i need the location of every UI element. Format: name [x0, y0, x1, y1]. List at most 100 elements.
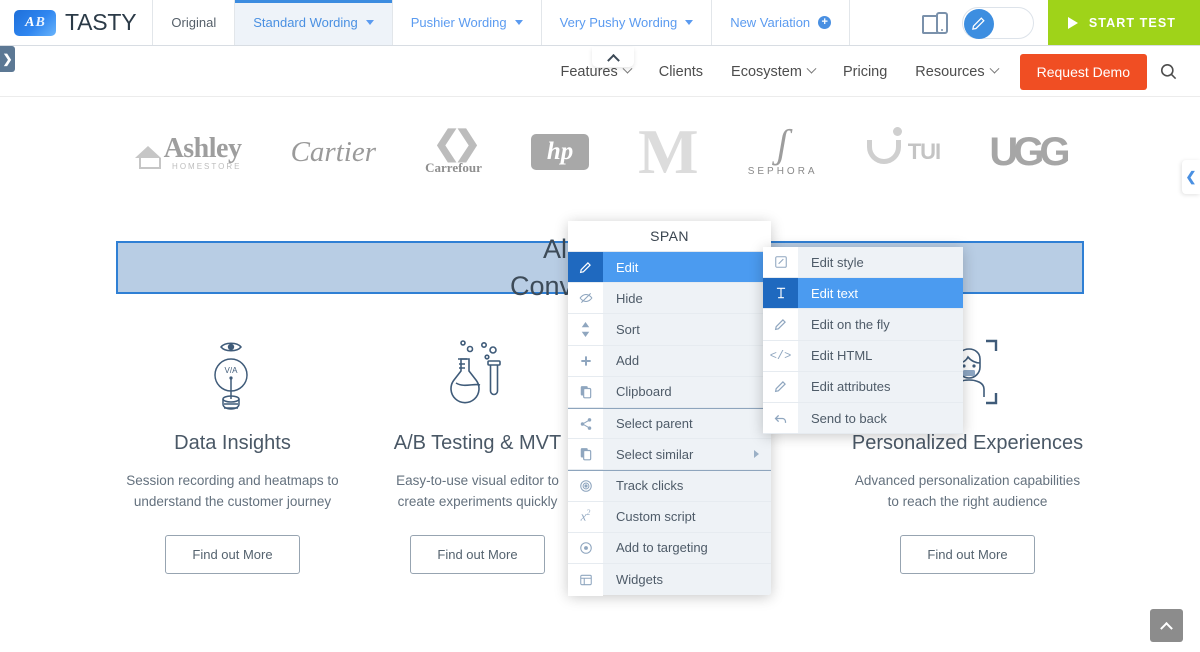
flask-testtube-icon [361, 336, 594, 418]
variation-tab-label: New Variation [730, 15, 810, 30]
right-panel-toggle[interactable]: ❮ [1182, 160, 1200, 194]
plus-icon [568, 346, 603, 377]
context-menu-item-add[interactable]: Add [568, 346, 771, 377]
chevron-down-icon[interactable] [515, 20, 523, 25]
card-desc-line-1: Advanced personalization capabilities [851, 471, 1084, 492]
feature-card-data-insights: V/A Data Insights Session recording and … [110, 336, 355, 574]
edit-style-icon [763, 247, 798, 278]
logo-ashley-homestore: Ashley HOMESTORE [135, 133, 242, 171]
toolbar-spacer [850, 0, 922, 45]
variation-tab-label: Original [171, 15, 216, 30]
find-out-more-button[interactable]: Find out More [165, 535, 299, 574]
search-icon[interactable] [1159, 62, 1182, 81]
scroll-to-top-button[interactable] [1150, 609, 1183, 642]
context-menu-item-hide[interactable]: Hide [568, 283, 771, 314]
context-menu-label: Select similar [603, 439, 754, 469]
eye-slash-icon [568, 283, 603, 314]
find-out-more-button[interactable]: Find out More [900, 535, 1034, 574]
chevron-down-icon[interactable] [366, 20, 374, 25]
nav-label: Ecosystem [731, 64, 802, 80]
variation-tab-original[interactable]: Original [153, 0, 235, 45]
left-panel-toggle[interactable]: ❯ [0, 46, 15, 72]
chevron-up-icon [607, 53, 620, 66]
context-menu-item-edit[interactable]: Edit [568, 252, 771, 283]
context-menu-item-select-similar[interactable]: Select similar [568, 439, 771, 470]
responsive-devices-icon[interactable] [922, 12, 948, 34]
card-title: Personalized Experiences [851, 432, 1084, 455]
logo-text: hp [547, 138, 573, 166]
toolbar-right-actions: START TEST [922, 0, 1200, 45]
context-menu-label: Custom script [603, 502, 771, 532]
find-out-more-button[interactable]: Find out More [410, 535, 544, 574]
nav-label: Clients [659, 64, 703, 80]
context-menu-item-sort[interactable]: Sort [568, 314, 771, 345]
context-menu-item-clipboard[interactable]: Clipboard [568, 377, 771, 408]
code-brackets-icon: </> [763, 341, 798, 372]
variation-tab-new-variation[interactable]: New Variation + [712, 0, 850, 45]
request-demo-button[interactable]: Request Demo [1020, 54, 1147, 90]
logo-sephora: ʃ SEPHORA [748, 128, 818, 177]
submenu-label: Edit attributes [798, 372, 963, 402]
submenu-label: Edit on the fly [798, 309, 963, 339]
variation-tab-pushier-wording[interactable]: Pushier Wording [393, 0, 542, 45]
nav-label: Resources [915, 64, 984, 80]
card-description: Advanced personalization capabilities to… [851, 471, 1084, 513]
clipboard-icon [568, 377, 603, 408]
sort-updown-icon [568, 314, 603, 345]
pencil-icon [568, 252, 603, 283]
card-description: Session recording and heatmaps to unders… [116, 471, 349, 513]
chevron-down-icon[interactable] [685, 20, 693, 25]
submenu-item-edit-attributes[interactable]: Edit attributes [763, 372, 963, 403]
card-title: A/B Testing & MVT [361, 432, 594, 455]
card-desc-line-2: to reach the right audience [851, 492, 1084, 513]
logo-text: Ashley [164, 133, 242, 164]
svg-text:V/A: V/A [224, 366, 238, 375]
logo-text: SEPHORA [748, 166, 818, 177]
context-menu-item-select-parent[interactable]: Select parent [568, 408, 771, 439]
logo-carrefour: ❮❯ Carrefour [425, 128, 482, 177]
editor-toolbar: AB TASTY Original Standard Wording Pushi… [0, 0, 1200, 46]
variation-tab-standard-wording[interactable]: Standard Wording [235, 0, 393, 45]
logo-hp: hp [531, 134, 589, 170]
variation-tab-label: Pushier Wording [411, 15, 507, 30]
context-menu-label: Hide [603, 283, 771, 313]
undo-arrow-icon [763, 403, 798, 434]
play-icon [1068, 17, 1078, 29]
context-menu-label: Widgets [603, 564, 771, 595]
submenu-arrow-icon [754, 450, 759, 458]
context-menu-item-widgets[interactable]: Widgets [568, 564, 771, 595]
logo-text: UGG [989, 130, 1065, 175]
text-cursor-icon [763, 278, 798, 309]
nav-collapse-button[interactable] [592, 47, 634, 67]
logo-subtext: HOMESTORE [164, 162, 242, 171]
context-menu-item-add-to-targeting[interactable]: Add to targeting [568, 533, 771, 564]
start-test-button[interactable]: START TEST [1048, 0, 1200, 45]
brand-name: TASTY [65, 9, 136, 36]
nav-item-pricing[interactable]: Pricing [829, 64, 901, 80]
copy-icon [568, 439, 603, 470]
submenu-item-send-to-back[interactable]: Send to back [763, 403, 963, 434]
nav-item-resources[interactable]: Resources [901, 64, 1011, 80]
start-test-label: START TEST [1089, 16, 1176, 30]
pencil-icon [763, 372, 798, 403]
nav-label: Pricing [843, 64, 887, 80]
variation-tab-label: Very Pushy Wording [560, 15, 678, 30]
context-menu-item-track-clicks[interactable]: Track clicks [568, 470, 771, 501]
submenu-item-edit-text[interactable]: Edit text [763, 278, 963, 309]
submenu-label: Send to back [798, 403, 963, 433]
context-menu-label: Add to targeting [603, 533, 771, 563]
house-icon [135, 146, 161, 158]
card-desc-line-1: Session recording and heatmaps to [116, 471, 349, 492]
submenu-item-edit-on-the-fly[interactable]: Edit on the fly [763, 309, 963, 340]
nav-item-clients[interactable]: Clients [645, 64, 717, 80]
x-squared-icon: x2 [568, 502, 603, 533]
submenu-item-edit-html[interactable]: </> Edit HTML [763, 341, 963, 372]
pencil-icon [763, 309, 798, 340]
context-menu-item-custom-script[interactable]: x2 Custom script [568, 502, 771, 533]
submenu-item-edit-style[interactable]: Edit style [763, 247, 963, 278]
website-navigation: Features Clients Ecosystem Pricing Resou… [0, 47, 1200, 97]
nav-item-ecosystem[interactable]: Ecosystem [717, 64, 829, 80]
context-menu-label: Clipboard [603, 377, 771, 407]
variation-tab-very-pushy-wording[interactable]: Very Pushy Wording [542, 0, 713, 45]
edit-mode-toggle[interactable] [962, 7, 1034, 39]
